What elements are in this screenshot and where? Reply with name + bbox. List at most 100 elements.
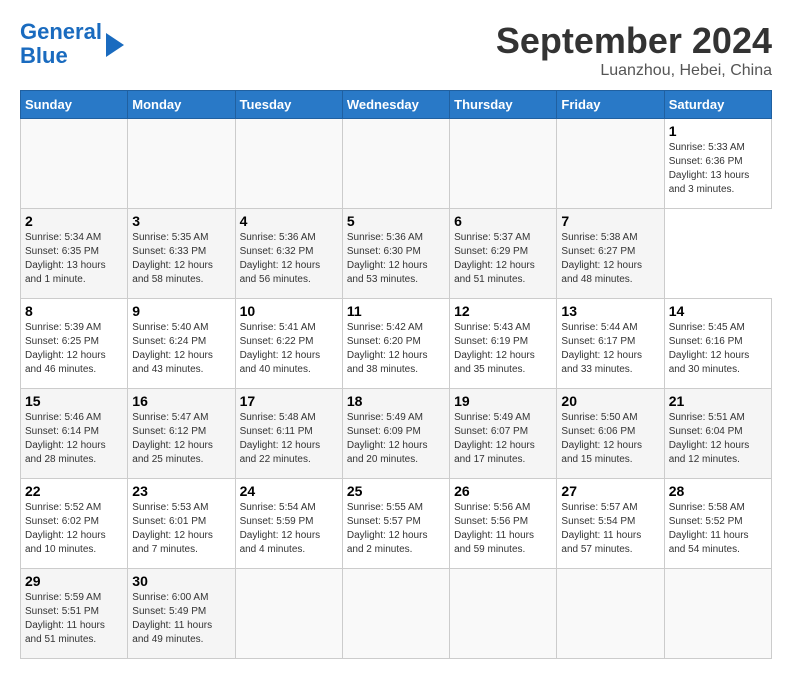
empty-cell (450, 119, 557, 209)
day-info: Sunrise: 5:40 AMSunset: 6:24 PMDaylight:… (132, 321, 230, 377)
empty-cell (450, 569, 557, 659)
day-number: 3 (132, 213, 230, 229)
day-number: 27 (561, 483, 659, 499)
day-cell: 29 Sunrise: 5:59 AMSunset: 5:51 PMDaylig… (21, 569, 128, 659)
day-number: 4 (240, 213, 338, 229)
day-cell: 17 Sunrise: 5:48 AMSunset: 6:11 PMDaylig… (235, 389, 342, 479)
empty-cell (235, 569, 342, 659)
day-cell: 19 Sunrise: 5:49 AMSunset: 6:07 PMDaylig… (450, 389, 557, 479)
day-info: Sunrise: 5:59 AMSunset: 5:51 PMDaylight:… (25, 591, 123, 647)
day-info: Sunrise: 5:51 AMSunset: 6:04 PMDaylight:… (669, 411, 767, 467)
day-info: Sunrise: 5:52 AMSunset: 6:02 PMDaylight:… (25, 501, 123, 557)
day-info: Sunrise: 5:37 AMSunset: 6:29 PMDaylight:… (454, 231, 552, 287)
day-cell: 9 Sunrise: 5:40 AMSunset: 6:24 PMDayligh… (128, 299, 235, 389)
day-cell: 21 Sunrise: 5:51 AMSunset: 6:04 PMDaylig… (664, 389, 771, 479)
day-info: Sunrise: 6:00 AMSunset: 5:49 PMDaylight:… (132, 591, 230, 647)
day-cell: 28 Sunrise: 5:58 AMSunset: 5:52 PMDaylig… (664, 479, 771, 569)
calendar-week-row: 22 Sunrise: 5:52 AMSunset: 6:02 PMDaylig… (21, 479, 772, 569)
day-cell: 22 Sunrise: 5:52 AMSunset: 6:02 PMDaylig… (21, 479, 128, 569)
calendar-week-row: 8 Sunrise: 5:39 AMSunset: 6:25 PMDayligh… (21, 299, 772, 389)
day-info: Sunrise: 5:53 AMSunset: 6:01 PMDaylight:… (132, 501, 230, 557)
day-cell: 6 Sunrise: 5:37 AMSunset: 6:29 PMDayligh… (450, 209, 557, 299)
day-number: 30 (132, 573, 230, 589)
calendar-week-row: 15 Sunrise: 5:46 AMSunset: 6:14 PMDaylig… (21, 389, 772, 479)
day-info: Sunrise: 5:44 AMSunset: 6:17 PMDaylight:… (561, 321, 659, 377)
empty-cell (128, 119, 235, 209)
day-info: Sunrise: 5:49 AMSunset: 6:09 PMDaylight:… (347, 411, 445, 467)
day-number: 29 (25, 573, 123, 589)
day-cell: 3 Sunrise: 5:35 AMSunset: 6:33 PMDayligh… (128, 209, 235, 299)
day-number: 1 (669, 123, 767, 139)
day-number: 25 (347, 483, 445, 499)
day-number: 10 (240, 303, 338, 319)
day-cell: 25 Sunrise: 5:55 AMSunset: 5:57 PMDaylig… (342, 479, 449, 569)
calendar-week-row: 2 Sunrise: 5:34 AMSunset: 6:35 PMDayligh… (21, 209, 772, 299)
calendar-header-row: SundayMondayTuesdayWednesdayThursdayFrid… (21, 91, 772, 119)
calendar-week-row: 1 Sunrise: 5:33 AMSunset: 6:36 PMDayligh… (21, 119, 772, 209)
header-monday: Monday (128, 91, 235, 119)
empty-cell (664, 569, 771, 659)
day-info: Sunrise: 5:35 AMSunset: 6:33 PMDaylight:… (132, 231, 230, 287)
empty-cell (342, 569, 449, 659)
day-number: 13 (561, 303, 659, 319)
day-cell: 24 Sunrise: 5:54 AMSunset: 5:59 PMDaylig… (235, 479, 342, 569)
day-cell: 13 Sunrise: 5:44 AMSunset: 6:17 PMDaylig… (557, 299, 664, 389)
day-number: 24 (240, 483, 338, 499)
calendar-table: SundayMondayTuesdayWednesdayThursdayFrid… (20, 90, 772, 659)
day-number: 9 (132, 303, 230, 319)
day-info: Sunrise: 5:34 AMSunset: 6:35 PMDaylight:… (25, 231, 123, 287)
empty-cell (21, 119, 128, 209)
day-number: 19 (454, 393, 552, 409)
day-info: Sunrise: 5:36 AMSunset: 6:32 PMDaylight:… (240, 231, 338, 287)
logo-arrow-icon (106, 33, 124, 57)
day-cell: 1 Sunrise: 5:33 AMSunset: 6:36 PMDayligh… (664, 119, 771, 209)
day-info: Sunrise: 5:57 AMSunset: 5:54 PMDaylight:… (561, 501, 659, 557)
month-title: September 2024 (496, 20, 772, 62)
day-info: Sunrise: 5:41 AMSunset: 6:22 PMDaylight:… (240, 321, 338, 377)
day-number: 12 (454, 303, 552, 319)
logo-text: General Blue (20, 20, 102, 68)
day-number: 11 (347, 303, 445, 319)
empty-cell (235, 119, 342, 209)
day-number: 14 (669, 303, 767, 319)
day-number: 21 (669, 393, 767, 409)
header-sunday: Sunday (21, 91, 128, 119)
day-cell: 27 Sunrise: 5:57 AMSunset: 5:54 PMDaylig… (557, 479, 664, 569)
logo-general: General (20, 19, 102, 44)
empty-cell (342, 119, 449, 209)
location: Luanzhou, Hebei, China (496, 62, 772, 80)
day-info: Sunrise: 5:47 AMSunset: 6:12 PMDaylight:… (132, 411, 230, 467)
header-tuesday: Tuesday (235, 91, 342, 119)
day-info: Sunrise: 5:54 AMSunset: 5:59 PMDaylight:… (240, 501, 338, 557)
day-number: 6 (454, 213, 552, 229)
day-number: 5 (347, 213, 445, 229)
day-info: Sunrise: 5:50 AMSunset: 6:06 PMDaylight:… (561, 411, 659, 467)
day-number: 26 (454, 483, 552, 499)
day-info: Sunrise: 5:38 AMSunset: 6:27 PMDaylight:… (561, 231, 659, 287)
header-thursday: Thursday (450, 91, 557, 119)
day-info: Sunrise: 5:33 AMSunset: 6:36 PMDaylight:… (669, 141, 767, 197)
day-number: 20 (561, 393, 659, 409)
day-number: 28 (669, 483, 767, 499)
day-info: Sunrise: 5:48 AMSunset: 6:11 PMDaylight:… (240, 411, 338, 467)
day-number: 15 (25, 393, 123, 409)
empty-cell (557, 119, 664, 209)
day-cell: 11 Sunrise: 5:42 AMSunset: 6:20 PMDaylig… (342, 299, 449, 389)
day-cell: 12 Sunrise: 5:43 AMSunset: 6:19 PMDaylig… (450, 299, 557, 389)
day-cell: 14 Sunrise: 5:45 AMSunset: 6:16 PMDaylig… (664, 299, 771, 389)
page-header: General Blue September 2024 Luanzhou, He… (20, 20, 772, 80)
day-cell: 4 Sunrise: 5:36 AMSunset: 6:32 PMDayligh… (235, 209, 342, 299)
day-cell: 2 Sunrise: 5:34 AMSunset: 6:35 PMDayligh… (21, 209, 128, 299)
header-friday: Friday (557, 91, 664, 119)
day-info: Sunrise: 5:43 AMSunset: 6:19 PMDaylight:… (454, 321, 552, 377)
logo: General Blue (20, 20, 124, 68)
day-cell: 8 Sunrise: 5:39 AMSunset: 6:25 PMDayligh… (21, 299, 128, 389)
day-number: 16 (132, 393, 230, 409)
day-cell: 26 Sunrise: 5:56 AMSunset: 5:56 PMDaylig… (450, 479, 557, 569)
day-number: 17 (240, 393, 338, 409)
day-cell: 20 Sunrise: 5:50 AMSunset: 6:06 PMDaylig… (557, 389, 664, 479)
day-info: Sunrise: 5:55 AMSunset: 5:57 PMDaylight:… (347, 501, 445, 557)
day-cell: 23 Sunrise: 5:53 AMSunset: 6:01 PMDaylig… (128, 479, 235, 569)
day-number: 8 (25, 303, 123, 319)
header-saturday: Saturday (664, 91, 771, 119)
